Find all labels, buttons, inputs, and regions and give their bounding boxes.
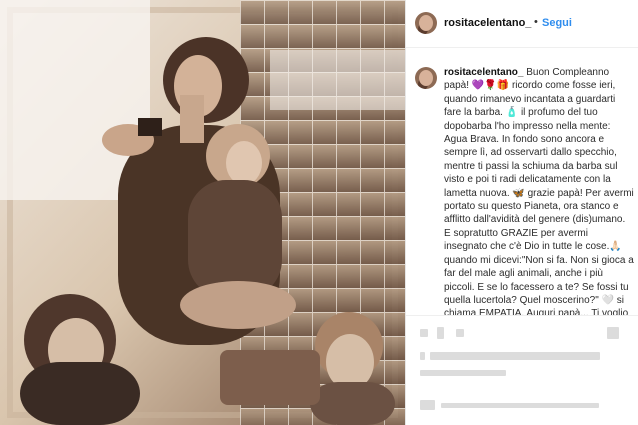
post-sidebar: rositacelentano_ • Segui rositacelentano… — [405, 0, 638, 425]
author-username[interactable]: rositacelentano_ — [444, 17, 531, 29]
caption-section: rositacelentano_ Buon Compleanno papà! 💜… — [406, 48, 638, 315]
post-header: rositacelentano_ • Segui — [406, 0, 638, 48]
blurred-save-icon — [607, 327, 619, 339]
follow-button[interactable]: Segui — [542, 17, 572, 29]
butterfly-emoji: 🦋 — [512, 187, 525, 199]
bottle-emoji: 🧴 — [505, 107, 519, 119]
header-separator: • — [534, 16, 538, 28]
blurred-engagement-area — [406, 317, 638, 425]
caption-part-3: il profumo del tuo dopobarba l'ho impres… — [444, 107, 618, 199]
blurred-action-icon — [437, 327, 444, 339]
caption-text: rositacelentano_ Buon Compleanno papà! 💜… — [444, 66, 634, 315]
blurred-comment-icon — [420, 400, 435, 410]
blurred-action-icon — [456, 329, 464, 337]
blurred-action-icon — [420, 329, 428, 337]
white-heart-emoji: 🤍 — [601, 294, 614, 306]
heart-rose-gift-emoji: 💜🌹🎁 — [471, 80, 510, 92]
blurred-likes-text — [430, 352, 600, 360]
praying-hands-emoji: 🙏🏻 — [609, 241, 622, 253]
section-divider — [406, 315, 638, 316]
sepia-family-photo — [0, 0, 405, 425]
blurred-like-count — [420, 352, 425, 360]
post-photo[interactable] — [0, 0, 405, 425]
caption-username[interactable]: rositacelentano_ — [444, 67, 523, 78]
caption-avatar[interactable] — [415, 67, 437, 89]
instagram-post-view: rositacelentano_ • Segui rositacelentano… — [0, 0, 638, 425]
author-avatar[interactable] — [415, 12, 437, 34]
blurred-date-text — [420, 370, 506, 376]
blurred-comment-input — [441, 403, 599, 408]
